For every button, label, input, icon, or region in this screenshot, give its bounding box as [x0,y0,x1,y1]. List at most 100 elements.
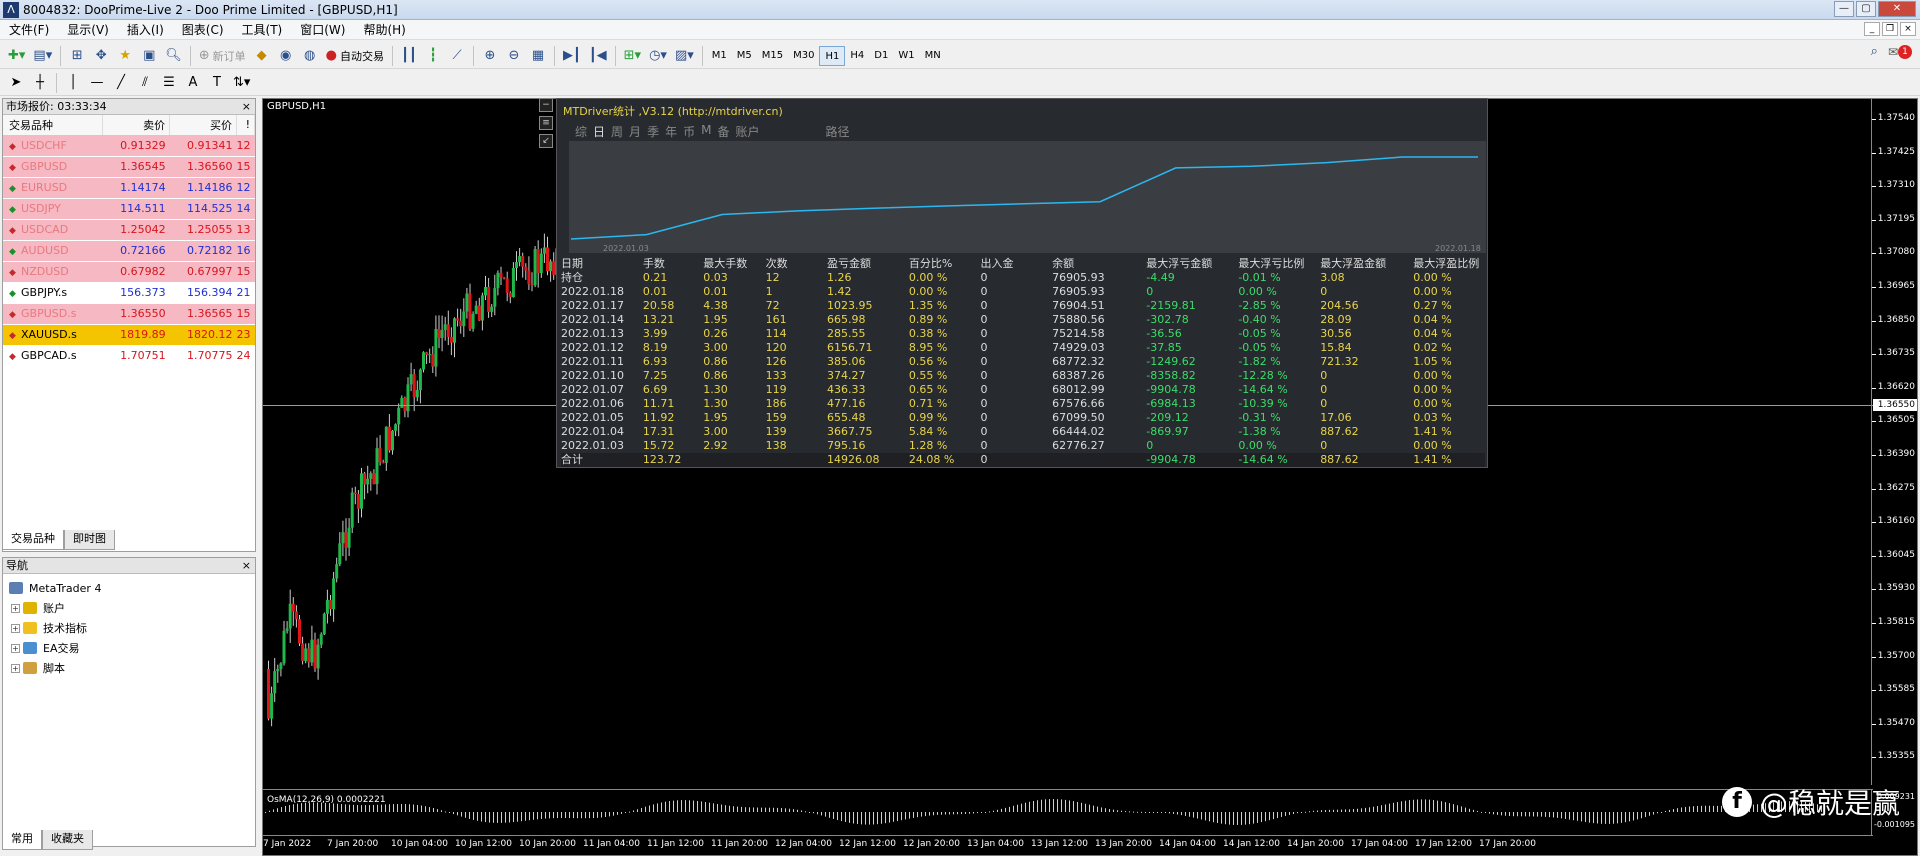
market-watch-row[interactable]: ◆ AUDUSD 0.72166 0.72182 16 [3,240,255,262]
horizontal-line-icon[interactable]: — [86,72,108,94]
market-watch-row[interactable]: ◆ GBPJPY.s 156.373 156.394 21 [3,282,255,304]
period-tab[interactable]: 币 [683,123,695,140]
minimize-panel-icon[interactable]: − [539,98,553,112]
period-tab[interactable]: 日 [593,123,605,140]
data-window-icon[interactable]: ✥ [90,45,112,67]
menu-file[interactable]: 文件(F) [0,20,58,40]
market-watch-row[interactable]: ◆ NZDUSD 0.67982 0.67997 15 [3,261,255,283]
tester-icon[interactable]: 🔍︎ [162,45,185,67]
period-tab[interactable]: 账户 [735,123,759,140]
line-chart-icon[interactable]: ⟋ [446,45,468,67]
market-watch-row[interactable]: ◆ USDCHF 0.91329 0.91341 12 [3,135,255,157]
period-tab[interactable]: 综 [575,123,587,140]
crosshair-icon[interactable]: ┼ [29,72,51,94]
autoscroll-icon[interactable]: ▶┃ [560,45,584,67]
channel-icon[interactable]: ⫽ [134,72,156,94]
tab-tick-chart[interactable]: 即时图 [64,530,115,550]
zoom-in-icon[interactable]: ⊕ [479,45,501,67]
mdi-minimize-button[interactable]: _ [1864,22,1880,36]
period-tab[interactable]: 周 [611,123,623,140]
nav-item-accounts[interactable]: + 账户 [9,598,255,618]
expand-icon[interactable]: + [11,623,20,633]
period-tab[interactable]: M [701,123,711,140]
trendline-icon[interactable]: ╱ [110,72,132,94]
tab-common[interactable]: 常用 [2,830,42,850]
mdi-restore-button[interactable]: ❐ [1882,22,1898,36]
market-icon[interactable]: ◍ [299,45,321,67]
mdi-close-button[interactable]: × [1900,22,1916,36]
minimize-button[interactable]: — [1834,1,1854,17]
timeframe-mn[interactable]: MN [920,46,946,66]
timeframe-h1[interactable]: H1 [819,45,846,66]
period-tab[interactable]: 备 [717,123,729,140]
expand-panel-icon[interactable]: ↙ [539,134,553,148]
menu-charts[interactable]: 图表(C) [173,20,233,40]
arrows-icon[interactable]: ⇅▾ [230,72,253,94]
close-icon[interactable]: × [242,558,251,574]
text-label-icon[interactable]: T [206,72,228,94]
market-watch-row[interactable]: ◆ USDCAD 1.25042 1.25055 13 [3,219,255,241]
maximize-button[interactable]: ▢ [1856,1,1876,17]
market-watch-row[interactable]: ◆ EURUSD 1.14174 1.14186 12 [3,177,255,199]
metaeditor-icon[interactable]: ◆ [251,45,273,67]
periods-icon[interactable]: ◷▾ [646,45,670,67]
expand-icon[interactable]: + [11,643,20,653]
timeframe-w1[interactable]: W1 [893,46,919,66]
period-tab[interactable]: 季 [647,123,659,140]
period-tab[interactable]: 月 [629,123,641,140]
nav-root[interactable]: MetaTrader 4 [9,578,255,598]
timeframe-h4[interactable]: H4 [845,46,869,66]
tab-symbols[interactable]: 交易品种 [2,530,64,550]
templates-icon[interactable]: ▨▾ [672,45,697,67]
panel-menu-icon[interactable]: ≡ [539,116,553,130]
nav-item-scripts[interactable]: + 脚本 [9,658,255,678]
market-watch-row[interactable]: ◆ GBPCAD.s 1.70751 1.70775 24 [3,345,255,367]
market-watch-row[interactable]: ◆ USDJPY 114.511 114.525 14 [3,198,255,220]
timeframe-m15[interactable]: M15 [757,46,788,66]
fibonacci-icon[interactable]: ☰ [158,72,180,94]
col-ask[interactable]: 买价 [169,115,237,136]
nav-item-expert-advisors[interactable]: + EA交易 [9,638,255,658]
col-bid[interactable]: 卖价 [102,115,171,136]
col-spread[interactable]: ! [236,115,255,136]
chart-shift-icon[interactable]: ┃◀ [586,45,610,67]
menu-view[interactable]: 显示(V) [58,20,118,40]
notifications-icon[interactable]: ✉ 1 [1888,44,1912,59]
vertical-line-icon[interactable]: │ [62,72,84,94]
period-tab[interactable]: 年 [665,123,677,140]
menu-tools[interactable]: 工具(T) [233,20,292,40]
navigator-icon[interactable]: ★ [114,45,136,67]
timeframe-m5[interactable]: M5 [732,46,757,66]
market-watch-row[interactable]: ◆ XAUUSD.s 1819.89 1820.12 23 [3,324,255,346]
timeframe-m30[interactable]: M30 [788,46,819,66]
nav-item-indicators[interactable]: + 技术指标 [9,618,255,638]
timeframe-d1[interactable]: D1 [869,46,893,66]
tab-favorites[interactable]: 收藏夹 [42,830,93,850]
search-icon[interactable]: ⌕ [1871,44,1878,59]
indicators-icon[interactable]: ⊞▾ [621,45,644,67]
col-symbol[interactable]: 交易品种 [3,115,104,136]
timeframe-m1[interactable]: M1 [707,46,732,66]
expand-icon[interactable]: + [11,663,20,673]
candlestick-icon[interactable]: ┇ [422,45,444,67]
signals-icon[interactable]: ◉ [275,45,297,67]
zoom-out-icon[interactable]: ⊖ [503,45,525,67]
menu-help[interactable]: 帮助(H) [354,20,414,40]
expand-icon[interactable]: + [11,603,20,613]
market-watch-icon[interactable]: ⊞ [66,45,88,67]
bar-chart-icon[interactable]: ┃┃ [398,45,420,67]
cursor-icon[interactable]: ➤ [5,72,27,94]
menu-window[interactable]: 窗口(W) [291,20,354,40]
tile-windows-icon[interactable]: ▦ [527,45,549,67]
new-chart-icon[interactable]: ✚▾ [5,45,28,67]
close-button[interactable]: ✕ [1878,1,1916,17]
new-order-button[interactable]: ⊕ 新订单 [196,45,249,67]
market-watch-row[interactable]: ◆ GBPUSD 1.36545 1.36560 15 [3,156,255,178]
text-icon[interactable]: A [182,72,204,94]
auto-trading-button[interactable]: ● 自动交易 [323,45,387,67]
terminal-icon[interactable]: ▣ [138,45,160,67]
menu-insert[interactable]: 插入(I) [118,20,173,40]
market-watch-row[interactable]: ◆ GBPUSD.s 1.36550 1.36565 15 [3,303,255,325]
path-label[interactable]: 路径 [826,123,850,140]
close-icon[interactable]: × [242,99,251,115]
